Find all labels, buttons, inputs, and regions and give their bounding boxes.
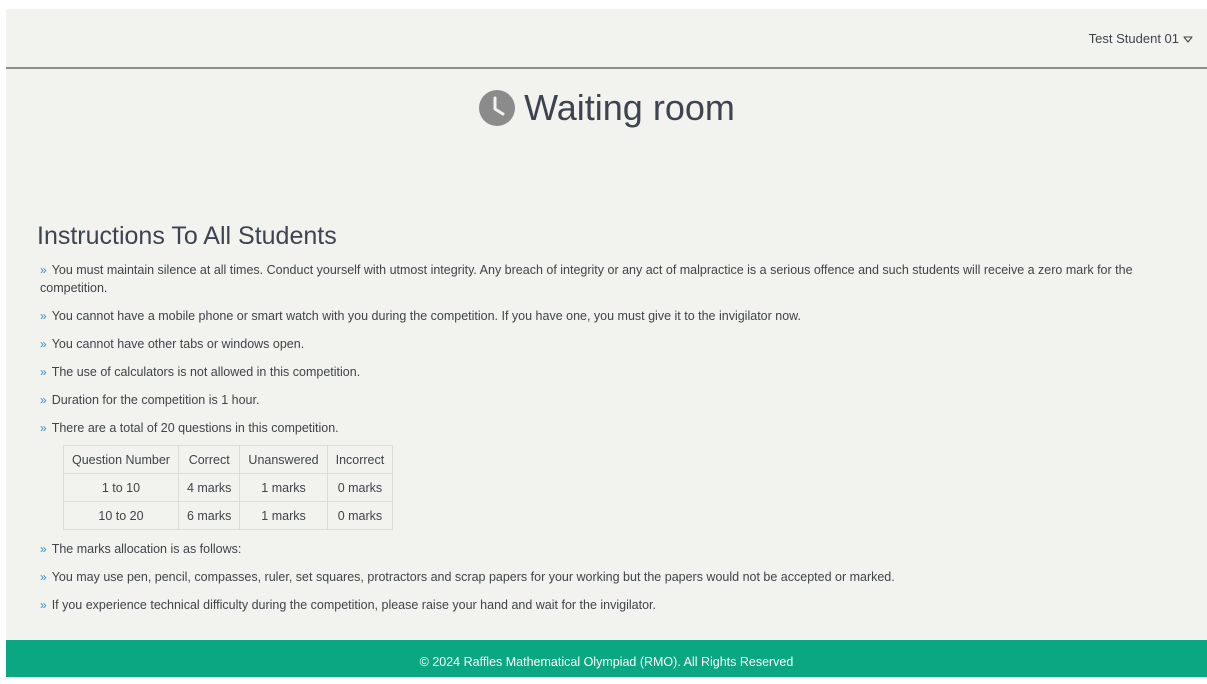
instruction-item: » You cannot have a mobile phone or smart… (40, 309, 801, 323)
page-title: Waiting room (524, 87, 735, 128)
column-header: Unanswered (239, 445, 328, 474)
chevron-down-icon (1183, 35, 1193, 43)
double-chevron-right-icon: » (40, 263, 47, 277)
clock-icon (479, 90, 516, 126)
double-chevron-right-icon: » (40, 309, 47, 323)
instructions-title: Instructions To All Students (37, 222, 337, 250)
double-chevron-right-icon: » (40, 570, 47, 584)
table-row: 10 to 20 6 marks 1 marks 0 marks (63, 501, 394, 530)
table-cell: 0 marks (326, 501, 394, 530)
table-cell: 0 marks (326, 473, 394, 502)
user-name: Test Student 01 (1088, 31, 1179, 46)
table-cell: 4 marks (177, 473, 241, 502)
double-chevron-right-icon: » (40, 542, 47, 556)
instructions-list: » You must maintain silence at all times.… (40, 261, 1190, 624)
double-chevron-right-icon: » (40, 365, 47, 379)
table-cell: 1 marks (239, 501, 328, 530)
footer: © 2024 Raffles Mathematical Olympiad (RM… (6, 640, 1207, 677)
table-cell: 1 marks (239, 473, 328, 502)
instruction-item: » There are a total of 20 questions in th… (40, 421, 339, 435)
top-navbar: Test Student 01 (6, 9, 1207, 69)
instruction-item: » If you experience technical difficulty … (40, 598, 656, 612)
double-chevron-right-icon: » (40, 598, 47, 612)
marks-table: Question Number Correct Unanswered Incor… (63, 445, 394, 530)
table-row: 1 to 10 4 marks 1 marks 0 marks (63, 473, 394, 502)
copyright-text: © 2024 Raffles Mathematical Olympiad (RM… (419, 655, 794, 669)
table-cell: 6 marks (177, 501, 241, 530)
table-cell: 10 to 20 (63, 501, 179, 530)
instruction-item: » You cannot have other tabs or windows o… (40, 337, 305, 351)
instruction-item: » The marks allocation is as follows: (40, 542, 242, 556)
page-heading: Waiting room (6, 87, 1207, 129)
column-header: Incorrect (326, 445, 394, 474)
instruction-item: » The use of calculators is not allowed i… (40, 365, 361, 379)
instruction-item: » You may use pen, pencil, compasses, rul… (40, 570, 895, 584)
double-chevron-right-icon: » (40, 421, 47, 435)
double-chevron-right-icon: » (40, 337, 47, 351)
page: Test Student 01 Waiting room Instruction… (6, 9, 1207, 677)
table-header-row: Question Number Correct Unanswered Incor… (63, 445, 394, 474)
instruction-item: » Duration for the competition is 1 hour. (40, 393, 260, 407)
column-header: Question Number (63, 445, 179, 474)
instruction-item: » You must maintain silence at all times.… (40, 263, 1133, 295)
column-header: Correct (177, 445, 241, 474)
table-cell: 1 to 10 (63, 473, 179, 502)
user-menu[interactable]: Test Student 01 (1089, 31, 1193, 46)
double-chevron-right-icon: » (40, 393, 47, 407)
